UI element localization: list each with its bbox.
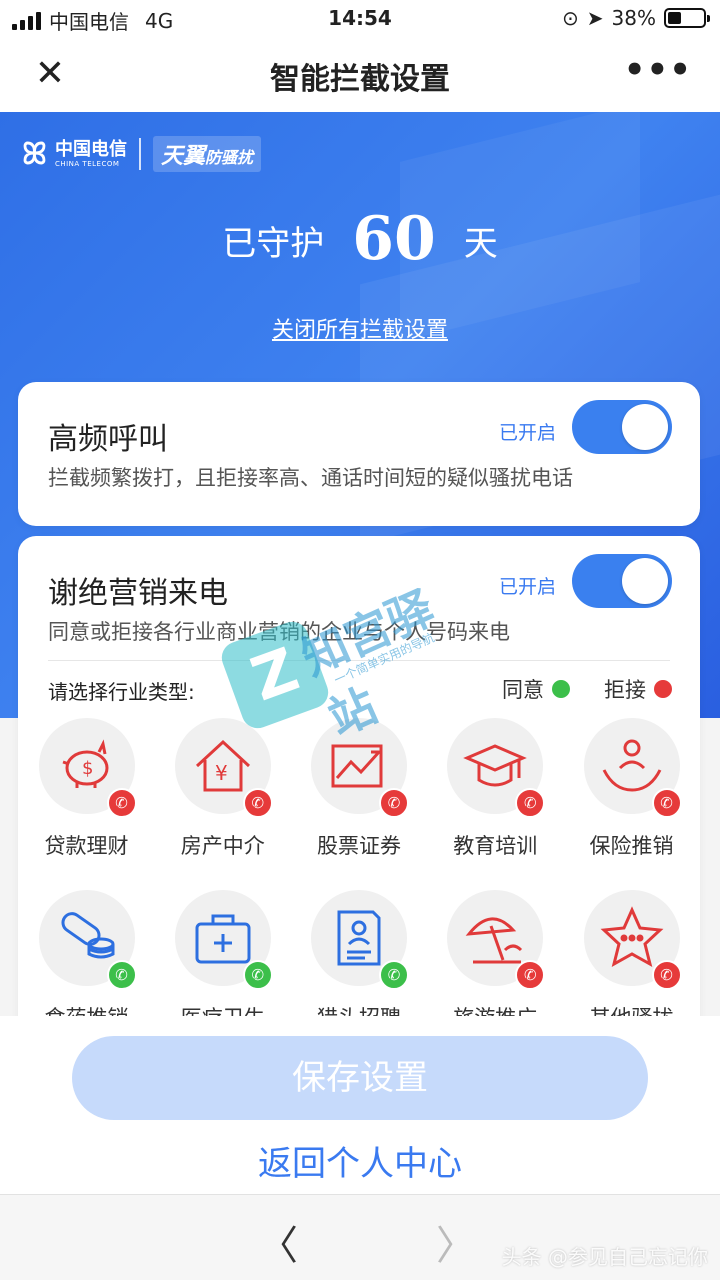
- svg-text:¥: ¥: [215, 761, 228, 785]
- industry-title: 请选择行业类型:: [48, 680, 195, 704]
- reject-phone-icon: ✆: [106, 788, 137, 818]
- industry-label: 贷款理财: [44, 834, 129, 858]
- battery-percent: 38%: [611, 6, 656, 30]
- marketing-desc: 同意或拒接各行业商业营销的企业与个人号码来电: [48, 620, 510, 644]
- high-frequency-toggle[interactable]: [572, 400, 672, 454]
- reject-phone-icon: ✆: [242, 788, 273, 818]
- divider: [48, 660, 670, 661]
- reject-phone-icon: ✆: [651, 960, 682, 990]
- resume-icon: [337, 910, 381, 966]
- industry-item-realestate[interactable]: ¥ ✆ 房产中介: [160, 718, 285, 890]
- agree-dot-icon: [552, 680, 570, 698]
- save-button[interactable]: 保存设置: [72, 1036, 648, 1120]
- guard-days-count: 60: [352, 204, 436, 274]
- marketing-toggle[interactable]: [572, 554, 672, 608]
- product-badge: 天翼防骚扰: [152, 136, 261, 172]
- legend: 同意 拒接: [502, 674, 672, 704]
- guard-suffix: 天: [463, 224, 498, 264]
- nav-bar: ✕ 智能拦截设置 •••: [0, 36, 720, 112]
- agree-phone-icon: ✆: [106, 960, 137, 990]
- high-frequency-desc: 拦截频繁拨打，且拒接率高、通话时间短的疑似骚扰电话: [48, 466, 573, 490]
- stock-chart-icon: [331, 744, 383, 788]
- industry-item-insurance[interactable]: ✆ 保险推销: [569, 718, 694, 890]
- industry-label: 股票证券: [317, 834, 401, 858]
- high-frequency-title: 高频呼叫: [48, 422, 168, 457]
- back-to-profile-link[interactable]: 返回个人中心: [0, 1136, 720, 1185]
- status-bar: 中国电信 4G 14:54 ⊙ ➤ 38%: [0, 0, 720, 36]
- legend-reject-label: 拒接: [604, 678, 646, 702]
- product-b: 防骚扰: [204, 148, 253, 167]
- industry-item-education[interactable]: ✆ 教育培训: [433, 718, 558, 890]
- svg-text:$: $: [82, 758, 93, 779]
- guard-prefix: 已守护: [222, 224, 325, 264]
- chevron-right-icon[interactable]: 〉: [436, 1213, 476, 1271]
- star-chat-icon: [600, 906, 663, 967]
- medical-kit-icon: [195, 914, 251, 964]
- legend-agree-label: 同意: [502, 678, 544, 702]
- high-frequency-state: 已开启: [498, 422, 556, 444]
- marketing-state: 已开启: [498, 576, 556, 598]
- piggy-bank-icon: $: [62, 739, 108, 788]
- graduation-cap-icon: [463, 744, 528, 787]
- reject-phone-icon: ✆: [379, 788, 409, 818]
- reject-phone-icon: ✆: [651, 788, 682, 818]
- house-yen-icon: ¥: [195, 739, 250, 792]
- reject-phone-icon: ✆: [515, 788, 546, 818]
- industry-item-loan[interactable]: $ ✆ 贷款理财: [24, 718, 149, 890]
- guard-days: 已守护 60 天: [0, 204, 720, 274]
- bottom-actions: 保存设置 返回个人中心: [0, 1016, 720, 1194]
- industry-item-stocks[interactable]: ✆ 股票证券: [297, 718, 422, 890]
- industry-grid: $ ✆ 贷款理财 ¥ ✆ 房产中介 ✆ 股票证券 ✆ 教育培训 ✆ 保险推销 ✆…: [24, 718, 694, 1062]
- pill-coins-icon: [60, 912, 114, 959]
- orientation-lock-icon: ⊙: [562, 6, 579, 30]
- insurance-hands-icon: [602, 739, 661, 792]
- close-all-link[interactable]: 关闭所有拦截设置: [0, 312, 720, 344]
- browser-toolbar: 〈 〉 头条 @参见自己忘记你: [0, 1194, 720, 1280]
- reject-dot-icon: [654, 680, 672, 698]
- marketing-card: 谢绝营销来电 已开启 同意或拒接各行业商业营销的企业与个人号码来电 请选择行业类…: [18, 536, 700, 1076]
- industry-label: 房产中介: [180, 834, 265, 858]
- industry-label: 保险推销: [589, 834, 674, 858]
- credit-watermark: 头条 @参见自己忘记你: [501, 1245, 708, 1269]
- brand-logo: ꕤ 中国电信 CHINA TELECOM 天翼防骚扰: [22, 136, 261, 172]
- brand-en: CHINA TELECOM: [54, 159, 120, 168]
- brand-cn: 中国电信: [54, 138, 127, 160]
- agree-phone-icon: ✆: [242, 960, 273, 990]
- agree-phone-icon: ✆: [379, 960, 409, 990]
- marketing-title: 谢绝营销来电: [48, 576, 228, 611]
- china-telecom-icon: ꕤ: [22, 136, 47, 172]
- chevron-left-icon[interactable]: 〈: [258, 1213, 298, 1271]
- close-all-link-text[interactable]: 关闭所有拦截设置: [272, 318, 448, 343]
- industry-label: 教育培训: [453, 834, 538, 858]
- location-icon: ➤: [586, 6, 604, 30]
- high-frequency-card: 高频呼叫 已开启 拦截频繁拨打，且拒接率高、通话时间短的疑似骚扰电话: [18, 382, 700, 526]
- page-title: 智能拦截设置: [270, 62, 450, 97]
- battery-icon: [664, 8, 710, 28]
- product-a: 天翼: [160, 144, 205, 169]
- beach-umbrella-icon: [465, 917, 523, 964]
- more-icon[interactable]: •••: [624, 50, 692, 90]
- reject-phone-icon: ✆: [515, 960, 546, 990]
